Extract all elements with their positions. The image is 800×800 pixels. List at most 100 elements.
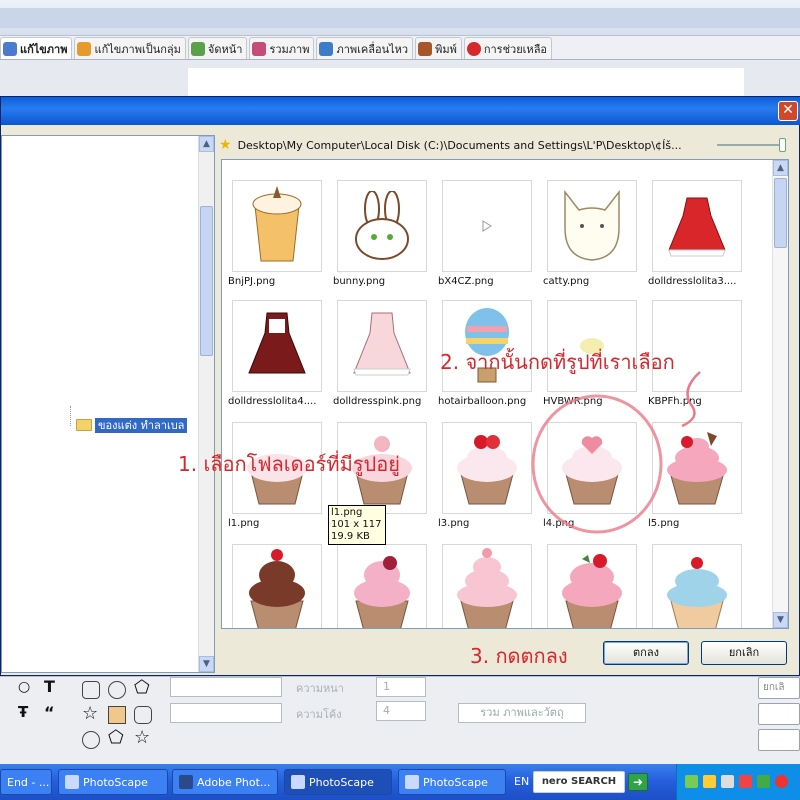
pentagon-outline-icon[interactable]: ⬠	[108, 727, 124, 748]
side-cancel-button[interactable]: ยกเลิ	[758, 677, 800, 699]
folder-tree[interactable]: ของแต่ง ทำลาเบล ▲ ▼	[1, 135, 215, 673]
color-select-2[interactable]	[170, 703, 282, 723]
thumbnail-item[interactable]: catty.png	[537, 180, 642, 298]
selection-highlight-circle	[531, 394, 663, 534]
speech-bubble-icon[interactable]: ○	[18, 679, 30, 695]
text-tool-icon[interactable]: T	[44, 677, 55, 696]
thumbnail-label: dolldresspink.png	[333, 396, 422, 407]
tooltip-filename: l1.png	[331, 507, 363, 518]
pentagon-tool-icon[interactable]: ⬠	[134, 677, 150, 698]
alert-icon[interactable]	[775, 775, 788, 788]
photoscape-icon	[65, 775, 79, 789]
star-tool-icon[interactable]: ☆	[82, 703, 98, 724]
text-style-icon[interactable]: Ŧ	[18, 703, 28, 721]
tab-page[interactable]: จัดหน้า	[187, 37, 248, 59]
scroll-thumb[interactable]	[200, 206, 213, 356]
tab-edit[interactable]: แก้ไขภาพ	[0, 37, 73, 59]
thumbnail-image	[232, 544, 322, 628]
annotation-step1: 1. เลือกโฟลเดอร์ที่มีรูปอยู่	[178, 452, 400, 476]
thumbnail-image	[232, 180, 322, 272]
rounded-square-tool-icon[interactable]	[134, 706, 152, 724]
curve-input[interactable]: 4	[376, 701, 426, 721]
thumbnail-image	[337, 180, 427, 272]
tab-label: แก้ไขภาพเป็นกลุ่ม	[94, 42, 181, 56]
ellipse-tool-icon[interactable]	[82, 731, 100, 749]
tree-scrollbar[interactable]: ▲ ▼	[198, 136, 214, 672]
thumbnail-item[interactable]: l3.png	[432, 422, 537, 540]
thumbnail-item[interactable]	[432, 544, 537, 628]
photoscape-icon	[291, 775, 305, 789]
circle-tool-icon[interactable]	[108, 681, 126, 699]
thumbnail-item[interactable]	[327, 544, 432, 628]
taskbar-button[interactable]: End - ...	[0, 769, 52, 795]
slider-knob[interactable]	[779, 138, 786, 152]
thumbnail-item[interactable]: BnjPJ.png	[222, 180, 327, 298]
scroll-up-arrow-icon[interactable]: ▲	[199, 136, 214, 152]
thumbnail-item[interactable]: dolldresslolita4....	[222, 300, 327, 418]
language-indicator[interactable]: EN	[514, 775, 529, 788]
ok-button[interactable]: ตกลง	[603, 641, 689, 665]
volume-icon[interactable]	[721, 775, 734, 788]
thumbnail-item[interactable]	[642, 544, 747, 628]
thumbnail-item[interactable]	[537, 544, 642, 628]
page-icon	[190, 41, 205, 56]
scroll-thumb[interactable]	[774, 178, 787, 248]
go-arrow-icon[interactable]: ➜	[628, 773, 648, 791]
tray-app-icon[interactable]	[757, 775, 770, 788]
photoscape-icon	[405, 775, 419, 789]
taskbar-button[interactable]: Adobe Phot...	[172, 769, 278, 795]
batch-icon	[77, 41, 92, 56]
scroll-up-arrow-icon[interactable]: ▲	[773, 160, 788, 176]
thumbnail-size-slider[interactable]	[717, 138, 786, 152]
tab-help[interactable]: การช่วยเหลือ	[463, 37, 553, 59]
tab-label: การช่วยเหลือ	[483, 42, 548, 56]
thumbnail-label: l3.png	[438, 518, 470, 529]
scroll-down-arrow-icon[interactable]: ▼	[773, 612, 788, 628]
thumbnail-item[interactable]: l1.png	[222, 422, 327, 540]
close-button[interactable]: ✕	[778, 101, 798, 121]
thumbnail-scrollbar[interactable]: ▲ ▼	[772, 160, 788, 628]
annotation-arrow	[681, 371, 701, 428]
taskbar-button[interactable]: PhotoScape	[398, 769, 506, 795]
thumbnail-item[interactable]	[222, 544, 327, 628]
tab-animation[interactable]: ภาพเคลื่อนไหว	[316, 37, 414, 59]
tab-print[interactable]: พิมพ์	[415, 37, 462, 59]
thumbnail-label: catty.png	[543, 276, 590, 287]
bottom-tool-panel: ○ T Ŧ “ ⬠ ☆ ⬠ ☆ ความหนา 1 ความโค้ง 4 รวม…	[0, 676, 800, 764]
tree-item-selected-folder[interactable]: ของแต่ง ทำลาเบล	[76, 417, 188, 433]
task-label: Adobe Phot...	[197, 775, 271, 789]
taskbar-button[interactable]: PhotoScape	[58, 769, 168, 795]
color-select-1[interactable]	[170, 677, 282, 697]
signal-icon[interactable]	[703, 775, 716, 788]
title-strip	[0, 8, 800, 28]
side-button-2[interactable]	[758, 703, 800, 725]
print-icon	[418, 41, 433, 56]
tab-batch[interactable]: แก้ไขภาพเป็นกลุ่ม	[74, 37, 186, 59]
square-tool-icon[interactable]	[108, 706, 126, 724]
annotation-step3: 3. กดตกลง	[470, 644, 568, 668]
nero-search-box[interactable]: nero SEARCH	[533, 771, 625, 793]
rounded-rect-tool-icon[interactable]	[82, 681, 100, 699]
thumbnail-label: dolldresslolita3....	[648, 276, 737, 287]
scroll-down-arrow-icon[interactable]: ▼	[199, 656, 214, 672]
quote-icon[interactable]: “	[44, 703, 55, 722]
cancel-button[interactable]: ยกเลิก	[701, 641, 787, 665]
thumbnail-item[interactable]: dolldresslolita3....	[642, 180, 747, 298]
thumbnail-item[interactable]: bX4CZ.png	[432, 180, 537, 298]
tab-combine[interactable]: รวมภาพ	[249, 37, 315, 59]
thumbnail-image	[652, 544, 742, 628]
star-outline-icon[interactable]: ☆	[134, 727, 150, 748]
tab-label: พิมพ์	[435, 42, 457, 56]
thickness-input[interactable]: 1	[376, 677, 426, 697]
merge-objects-button[interactable]: รวม ภาพและวัตถุ	[458, 703, 586, 723]
task-label: End - ...	[7, 775, 50, 789]
taskbar-button[interactable]: PhotoScape	[284, 769, 392, 795]
side-button-3[interactable]	[758, 729, 800, 751]
thumbnail-item[interactable]: dolldresspink.png	[327, 300, 432, 418]
security-icon[interactable]	[739, 775, 752, 788]
thumbnail-image	[337, 300, 427, 392]
favorite-star-icon[interactable]: ★	[219, 137, 232, 153]
thumbnail-item[interactable]: bunny.png	[327, 180, 432, 298]
network-icon[interactable]	[685, 775, 698, 788]
windows-taskbar: End - ... PhotoScape Adobe Phot... Photo…	[0, 764, 800, 800]
